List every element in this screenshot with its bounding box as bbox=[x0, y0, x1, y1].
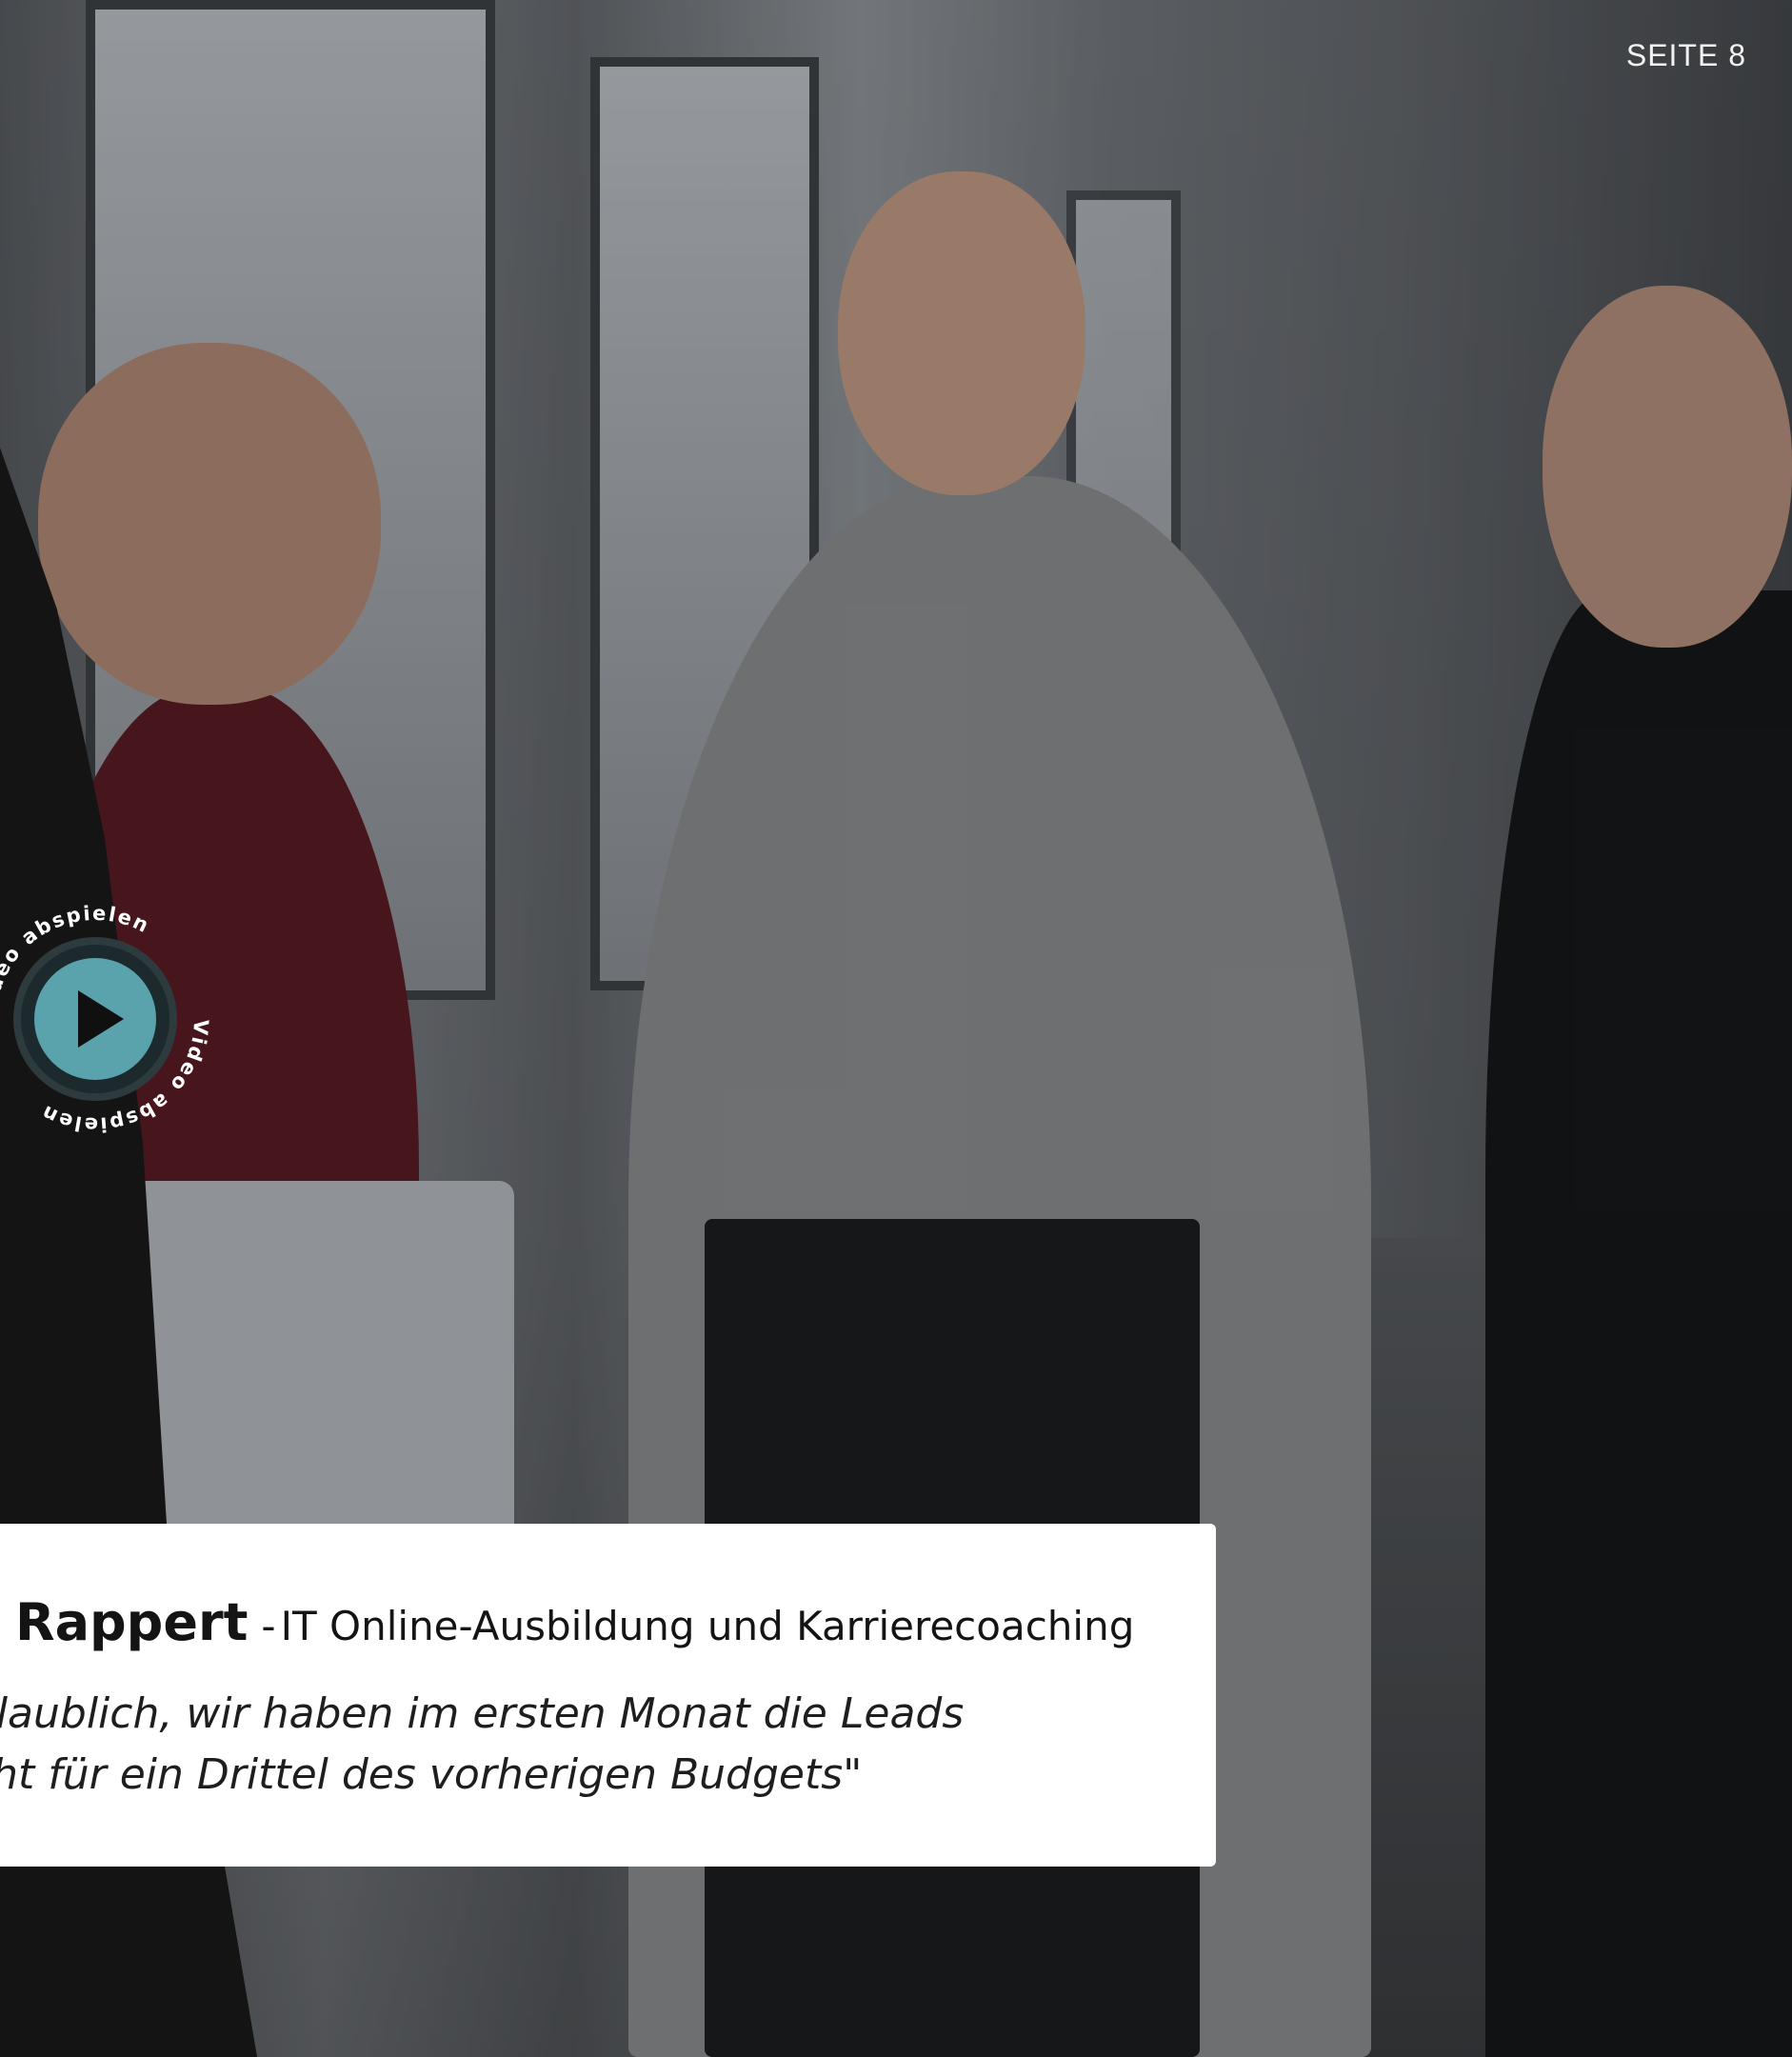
testimonial-header: Rappert - IT Online-Ausbildung und Karrie… bbox=[15, 1592, 1134, 1652]
testimonial-separator: - bbox=[261, 1603, 276, 1649]
testimonial-quote: nglaublich, wir haben im ersten Monat di… bbox=[0, 1684, 1143, 1806]
testimonial-name: Rappert bbox=[15, 1592, 249, 1652]
video-play-button[interactable]: Video abspielen Video abspielen bbox=[0, 895, 219, 1143]
quote-line-2: acht für ein Drittel des vorherigen Budg… bbox=[0, 1750, 863, 1799]
page-stage: SEITE 8 Video abspielen Video abspielen … bbox=[0, 0, 1792, 2057]
page-number: SEITE 8 bbox=[1625, 38, 1746, 72]
quote-line-1: nglaublich, wir haben im ersten Monat di… bbox=[0, 1689, 965, 1738]
play-badge-graphic: Video abspielen Video abspielen bbox=[0, 902, 210, 1136]
testimonial-card: Rappert - IT Online-Ausbildung und Karrie… bbox=[0, 1524, 1216, 1867]
testimonial-company: IT Online-Ausbildung und Karrierecoachin… bbox=[280, 1603, 1135, 1649]
